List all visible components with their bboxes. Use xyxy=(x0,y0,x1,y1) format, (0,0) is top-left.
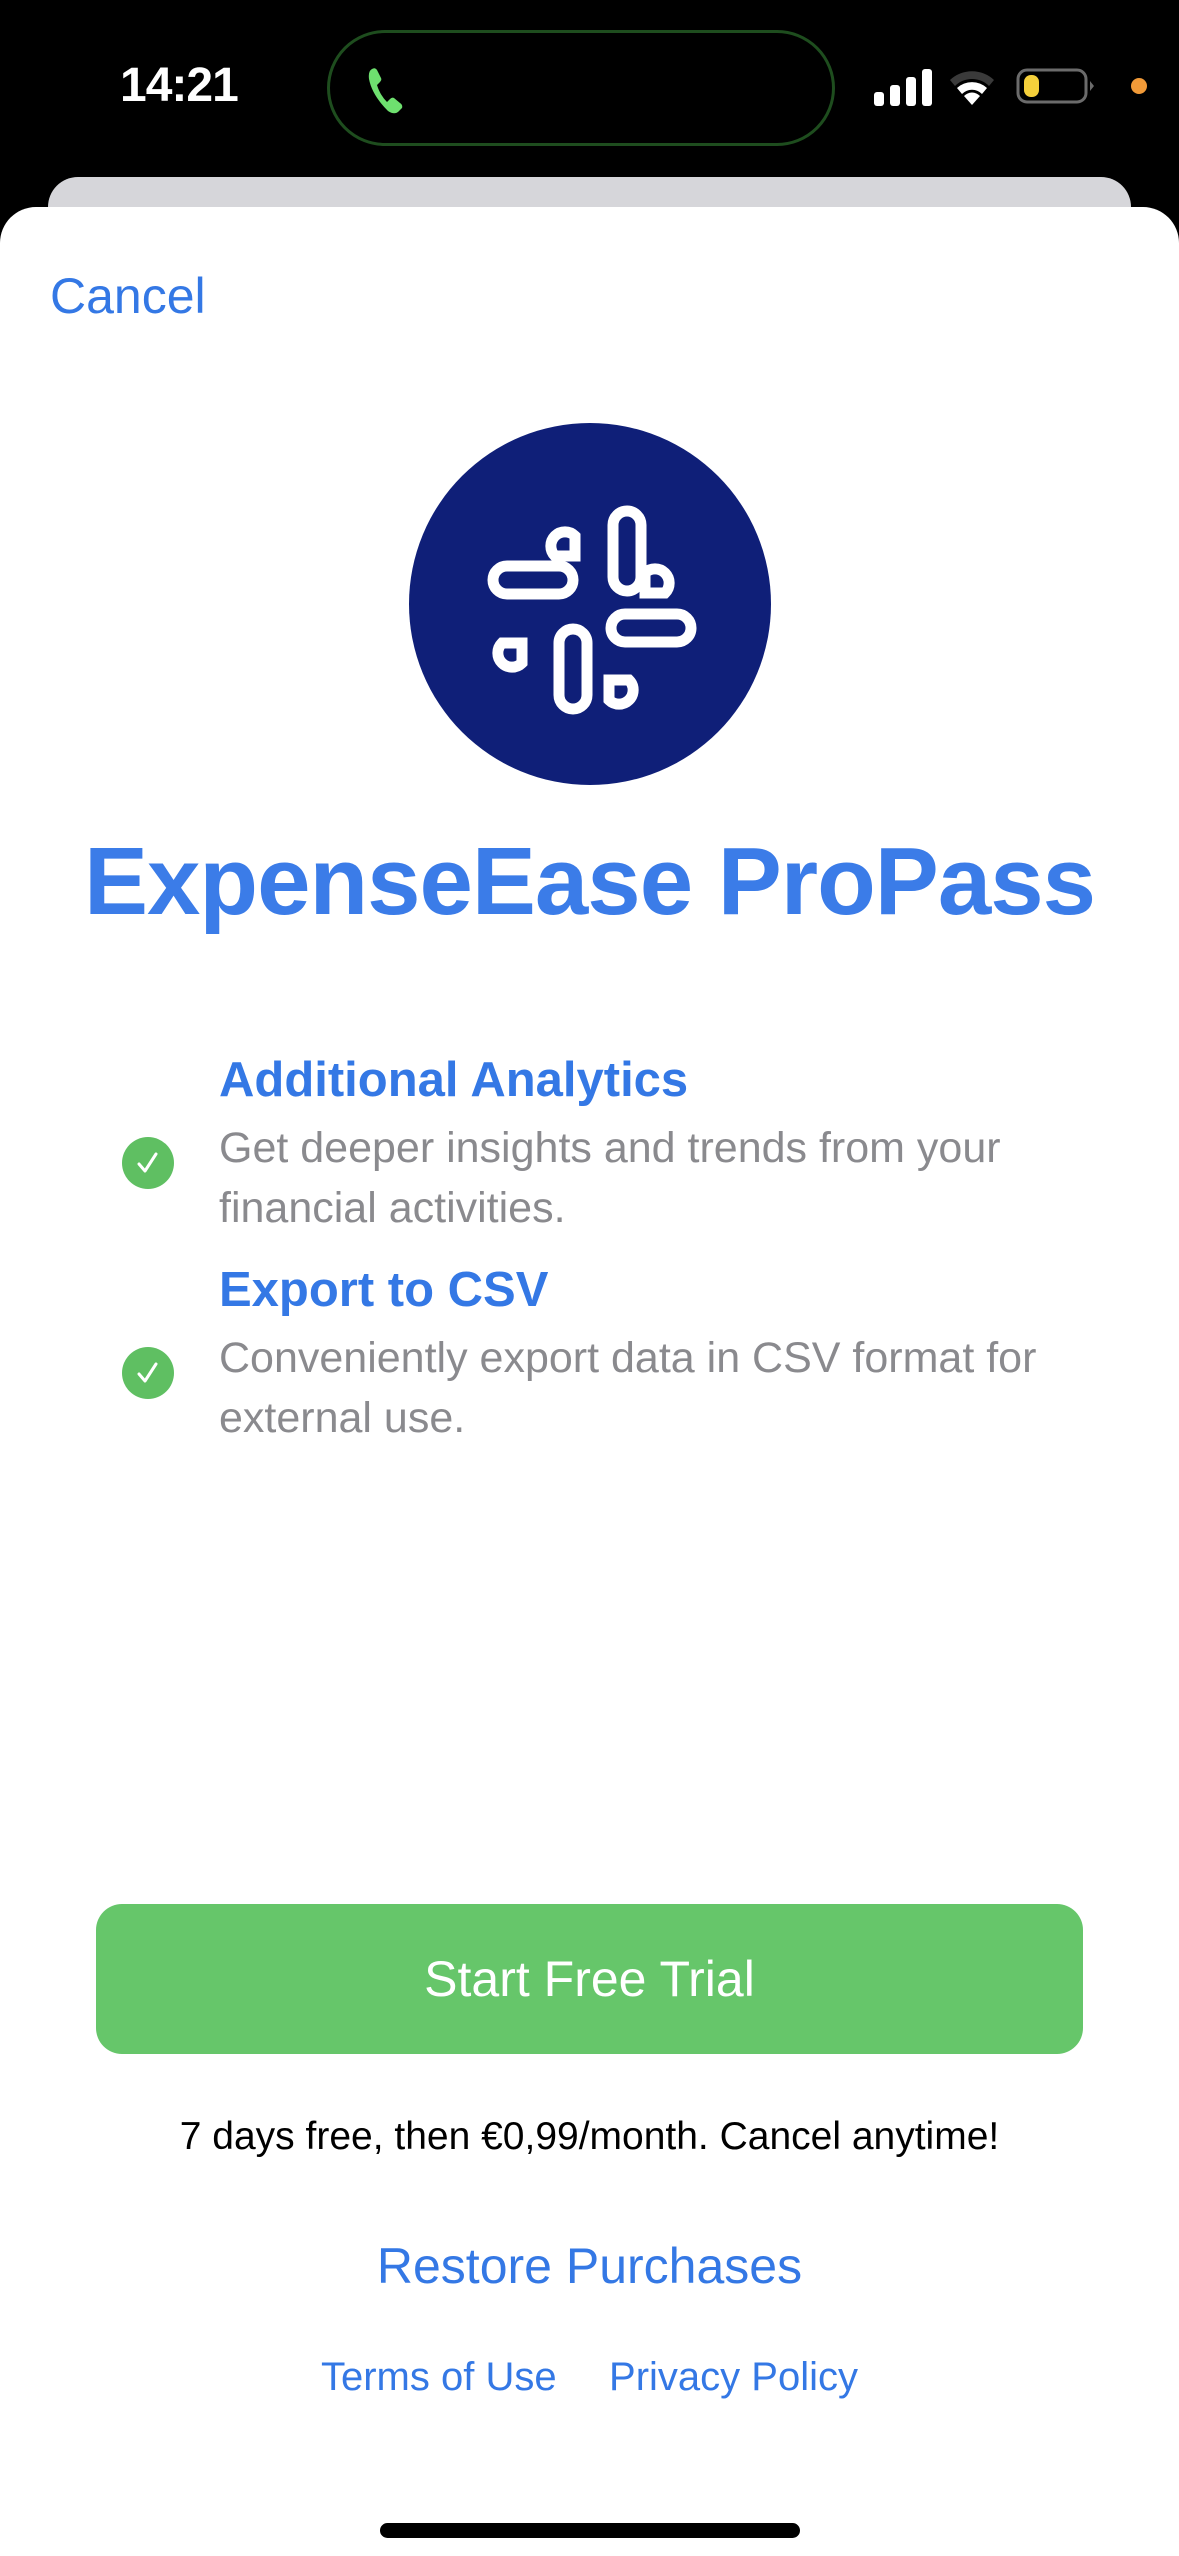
app-title: ExpenseEase ProPass xyxy=(84,828,1096,935)
checkmark-icon xyxy=(122,1347,174,1399)
pricing-text: 7 days free, then €0,99/month. Cancel an… xyxy=(179,2115,1000,2158)
dynamic-island-call[interactable] xyxy=(327,30,835,146)
paywall-sheet: Cancel ExpenseEase ProPass Additional An… xyxy=(0,207,1179,2556)
start-free-trial-button[interactable]: Start Free Trial xyxy=(96,1904,1083,2054)
battery-icon xyxy=(1016,68,1094,104)
feature-description: Conveniently export data in CSV format f… xyxy=(219,1334,1037,1442)
feature-title: Additional Analytics xyxy=(219,1053,689,1107)
wifi-icon xyxy=(950,71,994,105)
feature-title: Export to CSV xyxy=(219,1263,549,1317)
cellular-signal-icon xyxy=(874,69,932,106)
app-logo xyxy=(409,423,771,785)
privacy-indicator-dot xyxy=(1131,78,1147,94)
checkmark-icon xyxy=(122,1137,174,1189)
restore-purchases-link[interactable]: Restore Purchases xyxy=(377,2238,802,2294)
phone-call-icon xyxy=(368,68,403,114)
status-bar: 14:21 xyxy=(0,0,1179,170)
status-time: 14:21 xyxy=(120,59,239,112)
app-logo-icon xyxy=(487,505,697,715)
restore-container: Restore Purchases xyxy=(0,2237,1179,2295)
terms-of-use-link[interactable]: Terms of Use xyxy=(321,2355,557,2399)
cancel-button[interactable]: Cancel xyxy=(50,267,206,325)
legal-links: Terms of Use Privacy Policy xyxy=(0,2355,1179,2400)
feature-description: Get deeper insights and trends from your… xyxy=(219,1124,1001,1232)
home-indicator[interactable] xyxy=(380,2523,800,2538)
privacy-policy-link[interactable]: Privacy Policy xyxy=(609,2355,858,2399)
